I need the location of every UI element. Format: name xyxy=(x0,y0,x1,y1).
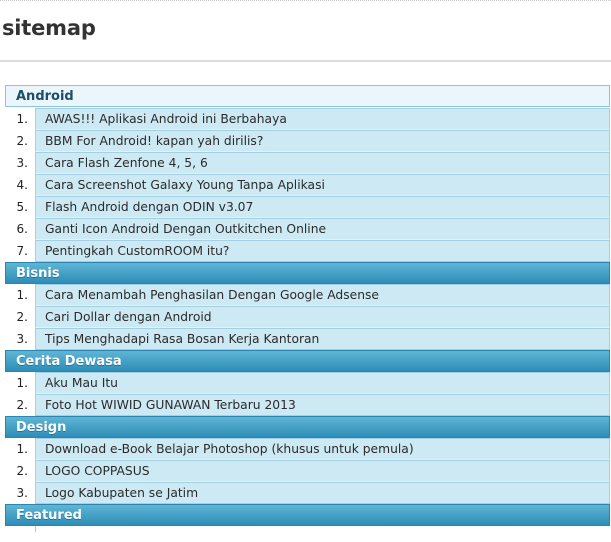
post-number: 2. xyxy=(16,310,28,324)
post-number: 4. xyxy=(16,178,28,192)
post-number: 2. xyxy=(16,398,28,412)
category-header[interactable]: Design xyxy=(5,416,610,438)
category-header[interactable]: Featured xyxy=(5,504,610,526)
title-divider xyxy=(0,60,611,62)
post-row: 1. AWAS!!! Aplikasi Android ini Berbahaya xyxy=(5,108,610,130)
post-number: 5. xyxy=(16,200,28,214)
post-number: 2. xyxy=(16,464,28,478)
post-row: 7. Pentingkah CustomROOM itu? xyxy=(5,240,610,262)
post-list: 1. Cara Menambah Penghasilan Dengan Googl… xyxy=(5,284,610,350)
post-number: 6. xyxy=(16,222,28,236)
post-number: 3. xyxy=(16,486,28,500)
post-row: 3. Tips Menghadapi Rasa Bosan Kerja Kanto… xyxy=(5,328,610,350)
top-dotted-border xyxy=(0,0,611,1)
post-number: 1. xyxy=(16,112,28,126)
post-row: 6. Ganti Icon Android Dengan Outkitchen O… xyxy=(5,218,610,240)
post-link[interactable]: Aku Mau Itu xyxy=(35,372,610,394)
post-row: 1. Aku Mau Itu xyxy=(5,372,610,394)
post-link[interactable]: Pentingkah CustomROOM itu? xyxy=(35,240,610,262)
post-row: 3. Logo Kabupaten se Jatim xyxy=(5,482,610,504)
post-row: 2. Foto Hot WIWID GUNAWAN Terbaru 2013 xyxy=(5,394,610,416)
post-number: 3. xyxy=(16,332,28,346)
post-link[interactable]: Tips Menghadapi Rasa Bosan Kerja Kantora… xyxy=(35,328,610,350)
post-link[interactable]: AWAS!!! Aplikasi Android ini Berbahaya xyxy=(35,108,610,130)
post-link[interactable]: Cara Screenshot Galaxy Young Tanpa Aplik… xyxy=(35,174,610,196)
post-list: 1. AWAS!!! Aplikasi Android ini Berbahaya… xyxy=(5,108,610,262)
post-number: 3. xyxy=(16,156,28,170)
post-link[interactable]: Cara Flash Zenfone 4, 5, 6 xyxy=(35,152,610,174)
post-link[interactable]: Foto Hot WIWID GUNAWAN Terbaru 2013 xyxy=(35,394,610,416)
post-number: 1. xyxy=(16,288,28,302)
sitemap-list: Android 1. AWAS!!! Aplikasi Android ini Be… xyxy=(5,85,610,532)
post-number: 1. xyxy=(16,376,28,390)
category-header[interactable]: Android xyxy=(5,85,610,107)
post-list: 1. Aku Mau Itu 2. Foto Hot WIWID GUNAWAN Te… xyxy=(5,372,610,416)
post-row: 2. LOGO COPPASUS xyxy=(5,460,610,482)
category-header[interactable]: Bisnis xyxy=(5,262,610,284)
post-list: 1. Download e-Book Belajar Photoshop (khu… xyxy=(5,438,610,504)
post-row: 2. BBM For Android! kapan yah dirilis? xyxy=(5,130,610,152)
post-link[interactable]: LOGO COPPASUS xyxy=(35,460,610,482)
post-link[interactable]: Cara Menambah Penghasilan Dengan Google … xyxy=(35,284,610,306)
post-link[interactable]: BBM For Android! kapan yah dirilis? xyxy=(35,130,610,152)
page-title: sitemap xyxy=(2,16,96,40)
post-number: 7. xyxy=(16,244,28,258)
post-number: 1. xyxy=(16,442,28,456)
post-link[interactable]: Download e-Book Belajar Photoshop (khusu… xyxy=(35,438,610,460)
post-link[interactable]: Flash Android dengan ODIN v3.07 xyxy=(35,196,610,218)
post-row: 1. Download e-Book Belajar Photoshop (khu… xyxy=(5,438,610,460)
post-list-continuation xyxy=(35,526,610,532)
post-row: 3. Cara Flash Zenfone 4, 5, 6 xyxy=(5,152,610,174)
post-row: 2. Cari Dollar dengan Android xyxy=(5,306,610,328)
post-link[interactable]: Ganti Icon Android Dengan Outkitchen Onl… xyxy=(35,218,610,240)
post-link[interactable]: Logo Kabupaten se Jatim xyxy=(35,482,610,504)
post-row: 5. Flash Android dengan ODIN v3.07 xyxy=(5,196,610,218)
post-number: 2. xyxy=(16,134,28,148)
category-header[interactable]: Cerita Dewasa xyxy=(5,350,610,372)
post-row: 1. Cara Menambah Penghasilan Dengan Googl… xyxy=(5,284,610,306)
post-row: 4. Cara Screenshot Galaxy Young Tanpa Apl… xyxy=(5,174,610,196)
post-link[interactable]: Cari Dollar dengan Android xyxy=(35,306,610,328)
